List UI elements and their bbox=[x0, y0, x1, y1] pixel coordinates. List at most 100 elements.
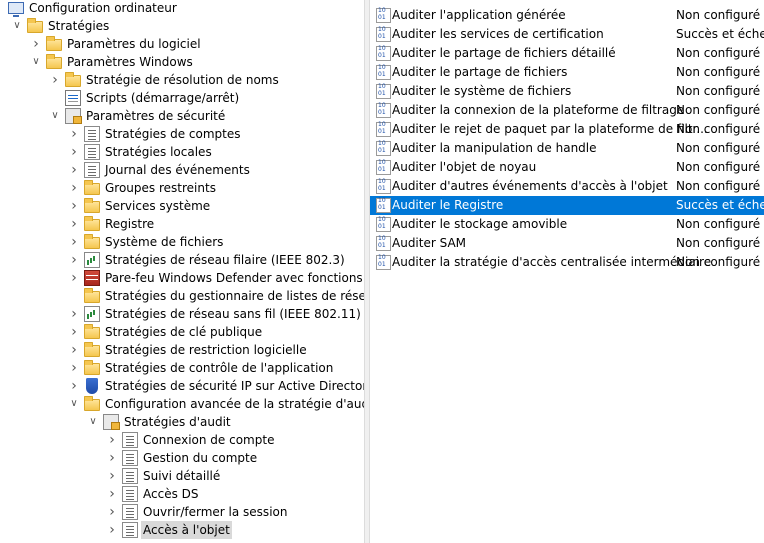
policy-row[interactable]: Auditer l'objet de noyau Non configuré bbox=[370, 158, 764, 177]
policy-list: Auditer l'application générée Non configu… bbox=[370, 0, 764, 543]
tree-item[interactable]: › Stratégies de contrôle de l'application bbox=[0, 359, 364, 377]
policy-row[interactable]: Auditer d'autres événements d'accès à l'… bbox=[370, 177, 764, 196]
tree-item[interactable]: ∨ Paramètres de sécurité bbox=[0, 107, 364, 125]
tree-item[interactable]: › Paramètres du logiciel bbox=[0, 35, 364, 53]
tree-item-label: Stratégies de comptes bbox=[105, 127, 241, 141]
folder-icon bbox=[84, 324, 100, 339]
tree-item[interactable]: › Connexion de compte bbox=[0, 431, 364, 449]
chevron-right-icon[interactable]: › bbox=[68, 179, 80, 197]
chevron-down-icon[interactable]: ∨ bbox=[11, 17, 23, 35]
tree-item[interactable]: › Stratégies de réseau sans fil (IEEE 802… bbox=[0, 305, 364, 323]
policy-document-icon bbox=[376, 83, 391, 99]
chevron-right-icon[interactable]: › bbox=[68, 377, 80, 395]
policy-row[interactable]: Auditer le partage de fichiers Non config… bbox=[370, 63, 764, 82]
policy-row[interactable]: Auditer les services de certification Suc… bbox=[370, 25, 764, 44]
tree-item[interactable]: › Suivi détaillé bbox=[0, 467, 364, 485]
tree-item[interactable]: › Système de fichiers bbox=[0, 233, 364, 251]
tree-item[interactable]: ∨ Stratégies d'audit bbox=[0, 413, 364, 431]
chevron-right-icon[interactable]: › bbox=[68, 269, 80, 287]
chevron-right-icon[interactable]: › bbox=[68, 233, 80, 251]
chevron-right-icon[interactable]: › bbox=[106, 503, 118, 521]
tree-item-label: Pare-feu Windows Defender avec fonctions… bbox=[105, 271, 364, 285]
policy-row[interactable]: Auditer le système de fichiers Non config… bbox=[370, 82, 764, 101]
tree-item[interactable]: › Stratégies de comptes bbox=[0, 125, 364, 143]
chevron-right-icon[interactable]: › bbox=[68, 125, 80, 143]
policy-icon bbox=[122, 450, 138, 466]
tree-item[interactable]: Scripts (démarrage/arrêt) bbox=[0, 89, 364, 107]
tree-item[interactable]: › Registre bbox=[0, 215, 364, 233]
tree-item[interactable]: › Stratégies locales bbox=[0, 143, 364, 161]
tree-item[interactable]: › Gestion du compte bbox=[0, 449, 364, 467]
tree-item[interactable]: › Stratégie de résolution de noms bbox=[0, 71, 364, 89]
tree-item[interactable]: › Journal des événements bbox=[0, 161, 364, 179]
tree-item[interactable]: › Accès à l'objet bbox=[0, 521, 364, 539]
tree-item[interactable]: ∨ Stratégies bbox=[0, 17, 364, 35]
tree-item[interactable]: › Stratégies de réseau filaire (IEEE 802.… bbox=[0, 251, 364, 269]
chevron-down-icon[interactable]: ∨ bbox=[68, 395, 80, 413]
chevron-right-icon[interactable]: › bbox=[106, 431, 118, 449]
policy-name: Auditer la manipulation de handle bbox=[392, 141, 597, 155]
chevron-right-icon[interactable]: › bbox=[68, 305, 80, 323]
chevron-right-icon[interactable]: › bbox=[106, 467, 118, 485]
chevron-right-icon[interactable]: › bbox=[106, 485, 118, 503]
tree-item-label: Ouvrir/fermer la session bbox=[143, 505, 288, 519]
policy-icon bbox=[122, 522, 138, 538]
tree-item[interactable]: › Pare-feu Windows Defender avec fonction… bbox=[0, 269, 364, 287]
tree-item[interactable]: › Stratégies de sécurité IP sur Active Di… bbox=[0, 377, 364, 395]
chevron-right-icon[interactable]: › bbox=[68, 197, 80, 215]
chevron-right-icon[interactable]: › bbox=[68, 161, 80, 179]
tree-item[interactable]: ∨ Configuration avancée de la stratégie d… bbox=[0, 395, 364, 413]
policy-icon bbox=[122, 486, 138, 502]
policy-document-icon bbox=[376, 7, 391, 23]
chevron-right-icon[interactable]: › bbox=[68, 251, 80, 269]
policy-setting: Non configuré bbox=[676, 141, 761, 155]
tree-item-label: Paramètres Windows bbox=[67, 55, 193, 69]
tree-item[interactable]: Configuration ordinateur bbox=[0, 0, 364, 17]
policy-row[interactable]: Auditer la manipulation de handle Non con… bbox=[370, 139, 764, 158]
folder-icon bbox=[84, 342, 100, 357]
chevron-right-icon[interactable]: › bbox=[68, 143, 80, 161]
policy-row[interactable]: Auditer la stratégie d'accès centralisée… bbox=[370, 253, 764, 272]
policy-name: Auditer les services de certification bbox=[392, 27, 604, 41]
policy-icon bbox=[84, 162, 100, 178]
policy-icon bbox=[84, 126, 100, 142]
tree-item[interactable]: › Stratégies de restriction logicielle bbox=[0, 341, 364, 359]
tree-item[interactable]: › Services système bbox=[0, 197, 364, 215]
lock-folder-icon bbox=[84, 180, 100, 195]
policy-icon bbox=[122, 468, 138, 484]
chevron-right-icon[interactable]: › bbox=[106, 449, 118, 467]
chevron-right-icon[interactable]: › bbox=[106, 521, 118, 539]
tree-item[interactable]: Stratégies du gestionnaire de listes de … bbox=[0, 287, 364, 305]
tree-item-label: Stratégies de contrôle de l'application bbox=[105, 361, 334, 375]
policy-row[interactable]: Auditer l'application générée Non configu… bbox=[370, 6, 764, 25]
chevron-right-icon[interactable]: › bbox=[68, 341, 80, 359]
tree-item-label: Gestion du compte bbox=[143, 451, 258, 465]
chevron-down-icon[interactable]: ∨ bbox=[87, 413, 99, 431]
tree-item[interactable]: › Stratégies de clé publique bbox=[0, 323, 364, 341]
tree-item[interactable]: › Ouvrir/fermer la session bbox=[0, 503, 364, 521]
policy-icon bbox=[122, 432, 138, 448]
policy-row[interactable]: Auditer le Registre Succès et échec bbox=[370, 196, 764, 215]
folder-icon bbox=[84, 360, 100, 375]
chevron-right-icon[interactable]: › bbox=[68, 215, 80, 233]
tree-item-label: Stratégies de restriction logicielle bbox=[105, 343, 307, 357]
tree-item[interactable]: › Accès DS bbox=[0, 485, 364, 503]
chevron-right-icon[interactable]: › bbox=[68, 359, 80, 377]
policy-row[interactable]: Auditer SAM Non configuré bbox=[370, 234, 764, 253]
chevron-right-icon[interactable]: › bbox=[49, 71, 61, 89]
chevron-right-icon[interactable]: › bbox=[30, 35, 42, 53]
policy-row[interactable]: Auditer le rejet de paquet par la platef… bbox=[370, 120, 764, 139]
policy-name: Auditer la connexion de la plateforme de… bbox=[392, 103, 685, 117]
policy-row[interactable]: Auditer la connexion de la plateforme de… bbox=[370, 101, 764, 120]
tree-item-label: Configuration avancée de la stratégie d'… bbox=[105, 397, 364, 411]
policy-row[interactable]: Auditer le stockage amovible Non configur… bbox=[370, 215, 764, 234]
policy-row[interactable]: Auditer le partage de fichiers détaillé N… bbox=[370, 44, 764, 63]
chevron-down-icon[interactable]: ∨ bbox=[30, 53, 42, 71]
network-chart-icon bbox=[84, 306, 100, 322]
firewall-icon bbox=[84, 270, 100, 286]
chevron-right-icon[interactable]: › bbox=[68, 323, 80, 341]
tree-item[interactable]: › Groupes restreints bbox=[0, 179, 364, 197]
tree-item[interactable]: ∨ Paramètres Windows bbox=[0, 53, 364, 71]
chevron-down-icon[interactable]: ∨ bbox=[49, 107, 61, 125]
policy-document-icon bbox=[376, 45, 391, 61]
